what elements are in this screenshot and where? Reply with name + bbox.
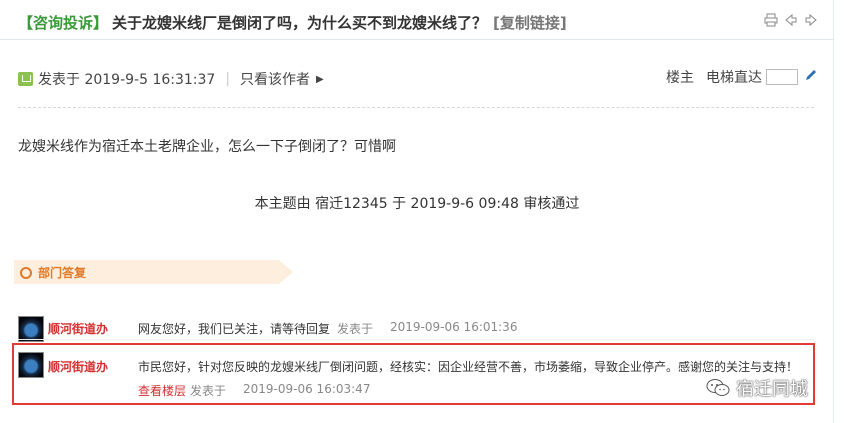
reply-divider <box>18 339 814 340</box>
floor-controls: 楼主 电梯直达 <box>666 66 818 88</box>
next-thread-icon[interactable] <box>804 12 818 27</box>
reply-text: 网友您好，我们已关注，请等待回复 <box>138 322 331 336</box>
circle-icon <box>20 267 32 279</box>
category-tag[interactable]: 【咨询投诉】 <box>18 12 108 33</box>
header-divider <box>0 39 834 40</box>
reply-posted-label: 发表于 <box>337 322 374 336</box>
go-icon[interactable] <box>804 68 818 86</box>
thread-tools <box>764 12 818 27</box>
post-meta: 发表于 2019-9-5 16:31:37 | 只看该作者 ▶ <box>18 68 324 90</box>
floor-jump-label: 电梯直达 <box>706 70 762 86</box>
post-content: 龙嫂米线作为宿迁本土老牌企业，怎么一下子倒闭了？可惜啊 <box>18 139 396 155</box>
post-status-icon <box>18 72 33 86</box>
audit-notice: 本主题由 宿迁12345 于 2019-9-6 09:48 审核通过 <box>254 196 580 212</box>
thread-title: 关于龙嫂米线厂是倒闭了吗，为什么买不到龙嫂米线了？ <box>112 13 488 32</box>
print-icon[interactable] <box>764 12 778 27</box>
author-only-link[interactable]: 只看该作者 <box>240 69 310 89</box>
copy-link-button[interactable]: [复制链接] <box>493 12 567 33</box>
department-reply-label: 部门答复 <box>38 266 87 280</box>
highlight-box <box>12 343 815 405</box>
watermark-text: 宿迁同城 <box>736 379 808 400</box>
reply-author[interactable]: 顺河街道办 <box>48 320 108 337</box>
meta-divider <box>18 107 814 109</box>
watermark: 宿迁同城 <box>706 375 808 401</box>
reply-time: 2019-09-06 16:01:36 <box>390 320 518 334</box>
prev-thread-icon[interactable] <box>784 12 798 27</box>
thread-title-row: 【咨询投诉】 关于龙嫂米线厂是倒闭了吗，为什么买不到龙嫂米线了？ [复制链接] <box>18 10 567 34</box>
post-time: 发表于 2019-9-5 16:31:37 <box>38 72 216 88</box>
floor-label: 楼主 <box>666 70 694 86</box>
floor-jump-input[interactable] <box>766 69 798 85</box>
wechat-icon <box>706 378 730 398</box>
meta-separator: | <box>225 71 231 87</box>
caret-right-icon: ▶ <box>316 73 324 85</box>
